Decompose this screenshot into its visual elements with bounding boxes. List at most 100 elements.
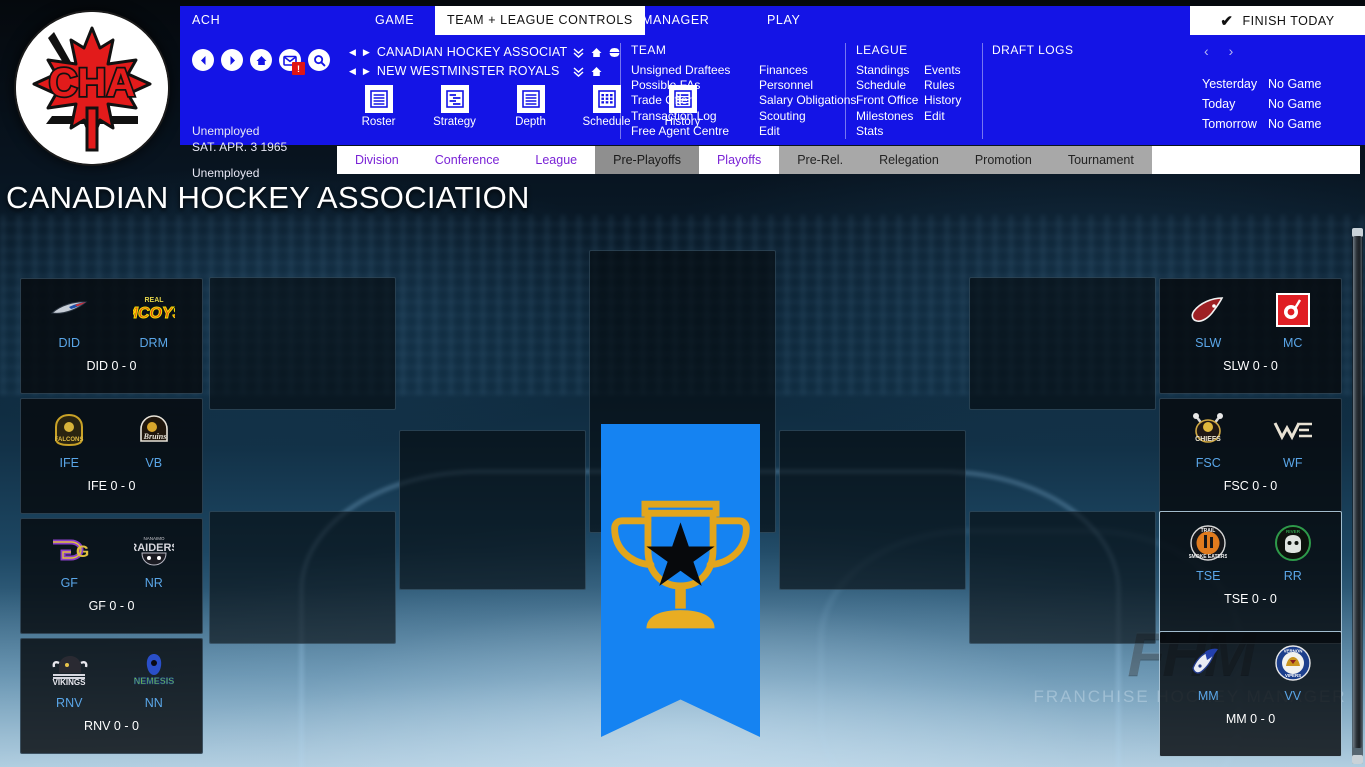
series-card-slw-mc[interactable]: SLW MC SLW 0 - 0	[1159, 278, 1342, 394]
day-prev-button[interactable]: ‹	[1204, 43, 1209, 59]
fsc-logo: CHIEFS	[1171, 409, 1245, 451]
menu-item-ach[interactable]: ACH	[180, 6, 232, 35]
series-score: GF 0 - 0	[88, 599, 135, 613]
menu-league-edit[interactable]: Edit	[924, 109, 984, 124]
advance-slot-r3[interactable]	[779, 430, 966, 590]
team-abbr: RR	[1283, 569, 1302, 583]
menu-item-team-league-controls[interactable]: TEAM + LEAGUE CONTROLS	[435, 6, 645, 35]
menu-item-play[interactable]: PLAY	[755, 6, 812, 35]
roster-button[interactable]: Roster	[351, 85, 406, 128]
menu-salary-obligations[interactable]: Salary Obligations	[759, 93, 859, 108]
team-next-arrow[interactable]: ▶	[363, 66, 372, 77]
tab-league[interactable]: League	[517, 146, 596, 174]
menu-item-game[interactable]: GAME	[363, 6, 426, 35]
menu-rules[interactable]: Rules	[924, 78, 984, 93]
menu-unsigned-draftees[interactable]: Unsigned Draftees	[631, 63, 759, 78]
chevrons-down-icon[interactable]	[572, 46, 585, 59]
mail-icon[interactable]: !	[279, 49, 305, 75]
team-menu-col2: Finances Personnel Salary Obligations Sc…	[759, 63, 859, 139]
team-cell-away[interactable]: NEMESIS NN	[117, 649, 191, 710]
tab-tournament[interactable]: Tournament	[1049, 146, 1152, 174]
scrollbar-thumb[interactable]	[1353, 236, 1362, 748]
team-home-icon[interactable]	[590, 65, 603, 78]
menu-history[interactable]: History	[924, 93, 984, 108]
series-card-rnv-nn[interactable]: VIKINGS RNV NEMESIS NN RNV 0 - 0	[20, 638, 203, 754]
advance-slot-r1[interactable]	[969, 277, 1156, 410]
team-cell-home[interactable]: TRAIL SMOKE EATERS TSE	[1171, 522, 1245, 583]
tab-pre-playoffs[interactable]: Pre-Playoffs	[595, 146, 699, 174]
strategy-button[interactable]: Strategy	[427, 85, 482, 128]
menu-schedule[interactable]: Schedule	[856, 78, 924, 93]
team-cell-away[interactable]: Bruins VB	[117, 409, 191, 470]
home-icon[interactable]	[250, 49, 272, 71]
tab-division[interactable]: Division	[337, 146, 417, 174]
team-cell-away[interactable]: RIVER RR	[1256, 522, 1330, 583]
team-cell-home[interactable]: CHIEFS FSC	[1171, 409, 1245, 470]
day-next-button[interactable]: ›	[1229, 43, 1234, 59]
advance-slot-l2[interactable]	[209, 511, 396, 644]
team-prev-arrow[interactable]: ◀	[349, 66, 358, 77]
series-card-mm-vv[interactable]: MM VERNON VIPERS VV MM 0 - 0	[1159, 631, 1342, 757]
tab-promotion[interactable]: Promotion	[956, 146, 1050, 174]
menu-front-office[interactable]: Front Office	[856, 93, 924, 108]
team-cell-away[interactable]: REALMCOYS DRM	[117, 289, 191, 350]
mail-alert-badge: !	[292, 62, 305, 75]
advance-slot-r2[interactable]	[969, 511, 1156, 644]
menu-milestones[interactable]: Milestones	[856, 109, 924, 124]
tab-relegation[interactable]: Relegation	[861, 146, 957, 174]
league-selector[interactable]: ◀ ▶ CANADIAN HOCKEY ASSOCIATI	[349, 45, 621, 59]
series-card-tse-rr[interactable]: TRAIL SMOKE EATERS TSE RIVER RR TSE 0 - 0	[1159, 511, 1342, 644]
label-yesterday: Yesterday	[1202, 77, 1258, 91]
forward-icon[interactable]	[221, 49, 243, 71]
team-cell-home[interactable]: G GF	[32, 529, 106, 590]
menu-team-edit[interactable]: Edit	[759, 124, 859, 139]
vertical-scrollbar[interactable]	[1352, 228, 1363, 764]
team-cell-home[interactable]: FALCONS IFE	[32, 409, 106, 470]
schedule-button[interactable]: Schedule	[579, 85, 634, 128]
tab-pre-rel[interactable]: Pre-Rel.	[779, 146, 862, 174]
back-icon[interactable]	[192, 49, 214, 71]
menu-item-manager[interactable]: MANAGER	[630, 6, 721, 35]
menu-personnel[interactable]: Personnel	[759, 78, 859, 93]
advance-slot-l1[interactable]	[209, 277, 396, 410]
team-cell-away[interactable]: NANAIMORAIDERS NR	[117, 529, 191, 590]
team-cell-home[interactable]: DID	[32, 289, 106, 350]
league-home-icon[interactable]	[590, 46, 603, 59]
series-card-fsc-wf[interactable]: CHIEFS FSC WF FSC 0 - 0	[1159, 398, 1342, 514]
team-chevrons-down-icon[interactable]	[572, 65, 585, 78]
team-cell-away[interactable]: WF	[1256, 409, 1330, 470]
championship-banner	[601, 424, 760, 737]
menu-stats[interactable]: Stats	[856, 124, 924, 139]
advance-slot-l3[interactable]	[399, 430, 586, 590]
wf-logo	[1256, 409, 1330, 451]
league-prev-arrow[interactable]: ◀	[349, 47, 358, 58]
finish-today-label: FINISH TODAY	[1242, 13, 1335, 28]
team-cell-home[interactable]: SLW	[1171, 289, 1245, 350]
menu-finances[interactable]: Finances	[759, 63, 859, 78]
day-games-panel: ‹ › Yesterday No Game Today No Game Tomo…	[1190, 35, 1365, 145]
menu-possible-fas[interactable]: Possible FAs	[631, 78, 759, 93]
finish-today-button[interactable]: ✔ FINISH TODAY	[1190, 6, 1365, 35]
team-cell-away[interactable]: VERNON VIPERS VV	[1256, 642, 1330, 703]
menu-events[interactable]: Events	[924, 63, 984, 78]
team-cell-home[interactable]: MM	[1171, 642, 1245, 703]
series-card-ife-vb[interactable]: FALCONS IFE Bruins VB IFE 0 - 0	[20, 398, 203, 514]
league-next-arrow[interactable]: ▶	[363, 47, 372, 58]
menu-transaction-log[interactable]: Transaction Log	[631, 109, 759, 124]
series-card-gf-nr[interactable]: G GF NANAIMORAIDERS NR GF 0 - 0	[20, 518, 203, 634]
search-icon[interactable]	[308, 49, 330, 71]
menu-standings[interactable]: Standings	[856, 63, 924, 78]
scrollbar-down-button[interactable]	[1352, 755, 1363, 764]
team-cell-away[interactable]: MC	[1256, 289, 1330, 350]
series-score: SLW 0 - 0	[1223, 359, 1278, 373]
tab-conference[interactable]: Conference	[416, 146, 518, 174]
menu-scouting[interactable]: Scouting	[759, 109, 859, 124]
globe-icon[interactable]	[607, 46, 621, 59]
depth-button[interactable]: Depth	[503, 85, 558, 128]
menu-trade-offer[interactable]: Trade Offer	[631, 93, 759, 108]
team-selector[interactable]: ◀ ▶ NEW WESTMINSTER ROYALS	[349, 64, 603, 78]
tab-playoffs[interactable]: Playoffs	[698, 146, 780, 174]
menu-free-agent-centre[interactable]: Free Agent Centre	[631, 124, 759, 139]
series-card-did-drm[interactable]: DID REALMCOYS DRM DID 0 - 0	[20, 278, 203, 394]
team-cell-home[interactable]: VIKINGS RNV	[32, 649, 106, 710]
